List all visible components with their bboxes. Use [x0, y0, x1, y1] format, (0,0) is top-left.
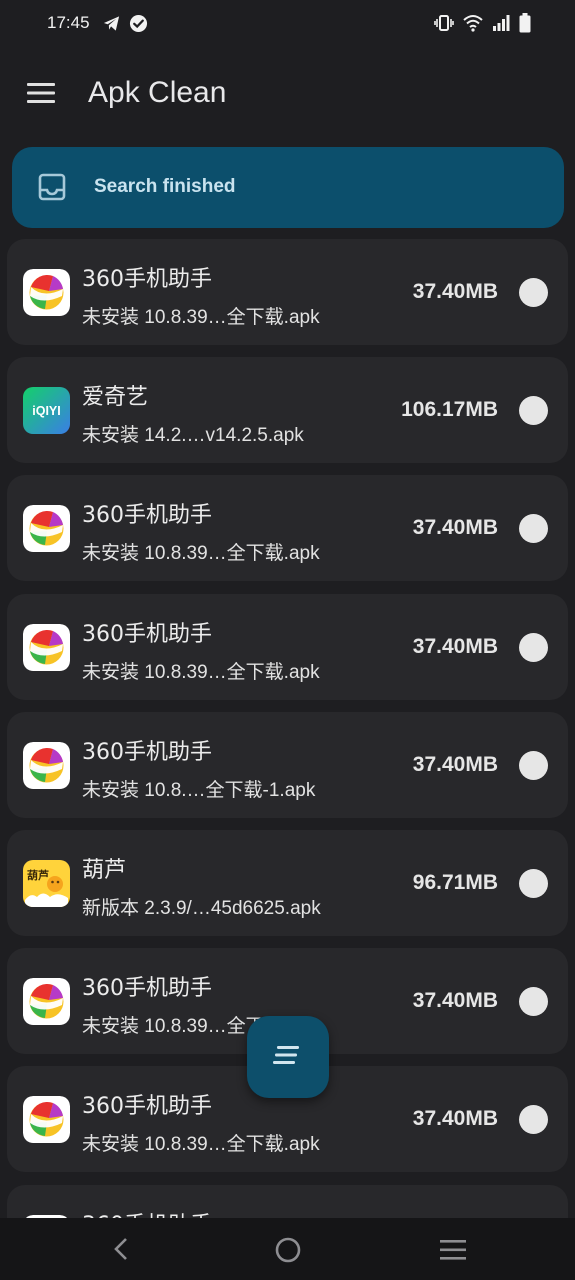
- recents-icon[interactable]: [439, 1238, 467, 1266]
- 360-helper-app-icon: [23, 269, 70, 316]
- item-file-name: 未安装 14.2.…v14.2.5.apk: [82, 425, 304, 447]
- wifi-icon: [463, 14, 483, 36]
- home-icon[interactable]: [274, 1236, 302, 1268]
- item-file-name: 未安装 10.8.39…全下载.apk: [82, 1134, 320, 1156]
- select-radio[interactable]: [519, 396, 548, 426]
- list-item[interactable]: 葫芦 葫芦新版本 2.3.9/…45d6625.apk 96.71MB: [7, 830, 568, 936]
- item-file-name: 未安装 10.8.39…全下载.apk: [82, 307, 320, 328]
- list-item[interactable]: 360手机助手未安装 10.8.39…全下载.apk 37.40MB: [7, 239, 568, 345]
- item-name: 360手机助手: [82, 1094, 212, 1120]
- telegram-icon: [102, 14, 121, 37]
- item-file-name: 新版本 2.3.9/…45d6625.apk: [82, 898, 321, 919]
- item-size: 37.40MB: [412, 989, 498, 1013]
- page-title: Apk Clean: [88, 76, 227, 109]
- list-item[interactable]: 360手机助手未安装 10.8.39…全下载.apk 37.40MB: [7, 475, 568, 582]
- iqiyi-logo-text: iQIYI: [32, 404, 60, 418]
- hulu-logo-text: 葫芦: [27, 868, 49, 882]
- select-radio[interactable]: [519, 1105, 548, 1135]
- item-name: 360手机助手: [82, 503, 212, 529]
- item-file-name: 未安装 10.8.39…全下载.apk: [82, 661, 320, 683]
- item-name: 360手机助手: [82, 267, 212, 292]
- item-file-name: 未安装 10.8.39…全下载.apk: [82, 543, 320, 565]
- item-size: 37.40MB: [412, 280, 498, 303]
- sort-lines-icon: [273, 1045, 303, 1069]
- search-status-banner: Search finished: [12, 147, 564, 228]
- inbox-icon: [38, 173, 66, 205]
- check-circle-icon: [129, 14, 148, 37]
- item-name: 360手机助手: [82, 976, 212, 1002]
- system-nav-bar: [0, 1218, 575, 1280]
- item-name: 爱奇艺: [82, 385, 149, 411]
- 360-helper-app-icon: [23, 505, 70, 553]
- item-name: 360手机助手: [82, 621, 212, 647]
- select-radio[interactable]: [519, 514, 548, 544]
- item-name: 360手机助手: [82, 1207, 212, 1218]
- hamburger-menu-icon: [26, 82, 56, 108]
- item-size: 37.40MB: [412, 752, 498, 776]
- hulu-app-icon: 葫芦: [23, 860, 70, 907]
- item-name: 360手机助手: [82, 739, 212, 765]
- item-size: 96.71MB: [412, 871, 498, 894]
- status-bar: 17:45: [0, 0, 575, 48]
- list-item[interactable]: 360手机助手未安装 10.8.…全下载-1.apk 37.40MB: [7, 711, 568, 818]
- app-bar: Apk Clean: [0, 56, 575, 136]
- select-radio[interactable]: [519, 750, 548, 780]
- item-file-name: 未安装 10.8.…全下载-1.apk: [82, 779, 316, 801]
- select-radio[interactable]: [519, 632, 548, 662]
- item-size: 37.40MB: [412, 1107, 498, 1131]
- battery-icon: [519, 13, 531, 37]
- signal-icon: [492, 14, 510, 36]
- status-system-icons: [434, 13, 531, 37]
- 360-helper-app-icon: [23, 978, 70, 1026]
- menu-button[interactable]: [16, 70, 66, 120]
- item-name: 葫芦: [82, 858, 127, 883]
- item-size: 106.17MB: [401, 398, 498, 422]
- vibrate-icon: [434, 14, 454, 36]
- list-item[interactable]: iQIYI 爱奇艺未安装 14.2.…v14.2.5.apk 106.17MB: [7, 357, 568, 464]
- status-time: 17:45: [47, 13, 90, 32]
- item-size: 37.40MB: [412, 634, 498, 658]
- select-radio[interactable]: [519, 987, 548, 1017]
- item-size: 37.40MB: [412, 516, 498, 540]
- select-radio[interactable]: [519, 278, 548, 307]
- sort-fab-button[interactable]: [247, 1016, 329, 1098]
- back-icon[interactable]: [108, 1235, 136, 1267]
- status-notification-icons: [102, 14, 148, 37]
- 360-helper-app-icon: [23, 1096, 70, 1144]
- 360-helper-app-icon: [23, 623, 70, 671]
- banner-text: Search finished: [94, 176, 236, 197]
- select-radio[interactable]: [519, 869, 548, 898]
- screen: 17:45 Apk Clean Search finished 360手机助手 …: [0, 0, 575, 1280]
- 360-helper-app-icon: [23, 741, 70, 789]
- list-item[interactable]: 360手机助手: [7, 1184, 568, 1218]
- list-item[interactable]: 360手机助手未安装 10.8.39…全下载.apk 37.40MB: [7, 593, 568, 700]
- iqiyi-app-icon: iQIYI: [23, 387, 70, 435]
